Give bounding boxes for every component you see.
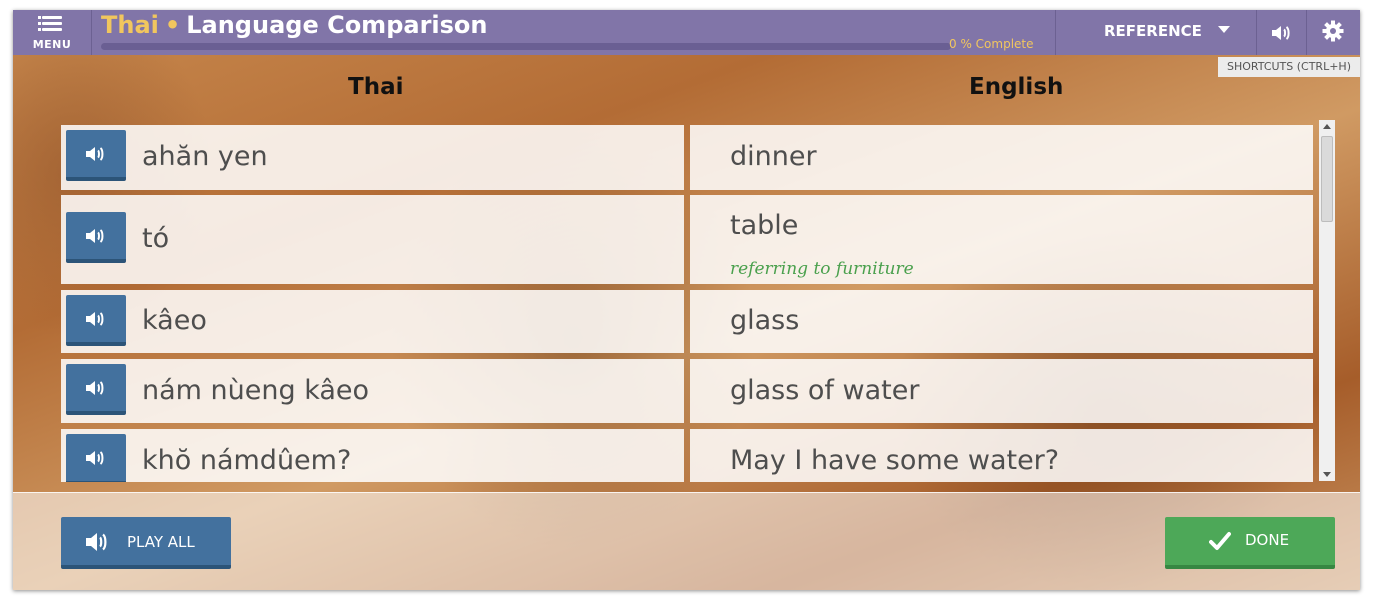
play-all-label: PLAY ALL xyxy=(127,533,195,551)
english-cell: table referring to furniture xyxy=(690,195,1313,284)
title-separator: • xyxy=(164,11,181,39)
scroll-up-arrow[interactable] xyxy=(1319,120,1335,134)
speaker-icon xyxy=(86,381,104,395)
thai-cell: kâeo xyxy=(61,290,684,353)
thai-cell: ahăn yen xyxy=(61,125,684,190)
sound-button[interactable] xyxy=(1256,10,1307,55)
caret-down-icon xyxy=(1218,26,1230,33)
list-item: khŏ námdûem? May I have some water? xyxy=(61,429,1313,482)
thai-phrase: tó xyxy=(142,223,170,254)
speaker-icon xyxy=(86,147,104,161)
thai-phrase: kâeo xyxy=(142,305,207,336)
settings-button[interactable] xyxy=(1307,10,1360,55)
reference-label: REFERENCE xyxy=(1104,22,1202,40)
english-cell: glass of water xyxy=(690,359,1313,423)
scroll-thumb[interactable] xyxy=(1321,136,1333,222)
gear-icon xyxy=(1322,20,1344,42)
progress-text: 0 % Complete xyxy=(949,37,1034,51)
usage-note: referring to furniture xyxy=(730,259,914,279)
language-name: Thai xyxy=(101,11,159,39)
activity-title: Language Comparison xyxy=(186,11,488,39)
english-cell: glass xyxy=(690,290,1313,353)
checkmark-icon xyxy=(1209,532,1231,550)
menu-button[interactable]: MENU xyxy=(13,10,92,55)
play-audio-button[interactable] xyxy=(66,212,126,263)
menu-icon xyxy=(42,16,62,32)
english-phrase: dinner xyxy=(730,141,817,172)
done-button[interactable]: DONE xyxy=(1165,517,1335,569)
column-header-thai: Thai xyxy=(348,74,404,100)
scroll-down-arrow[interactable] xyxy=(1319,467,1335,481)
english-cell: dinner xyxy=(690,125,1313,190)
thai-cell: khŏ námdûem? xyxy=(61,429,684,482)
comparison-list: ahăn yen dinner tó table referring to fu… xyxy=(61,125,1317,482)
speaker-icon xyxy=(86,533,107,551)
done-label: DONE xyxy=(1245,531,1290,549)
thai-phrase: khŏ námdûem? xyxy=(142,445,352,476)
reference-dropdown[interactable]: REFERENCE xyxy=(1055,10,1257,55)
english-phrase: May I have some water? xyxy=(730,445,1060,476)
thai-phrase: nám nùeng kâeo xyxy=(142,375,370,406)
list-scrollbar[interactable] xyxy=(1319,120,1335,481)
list-item: tó table referring to furniture xyxy=(61,195,1313,284)
thai-cell: nám nùeng kâeo xyxy=(61,359,684,423)
footer-bar: PLAY ALL DONE xyxy=(13,492,1360,590)
list-item: kâeo glass xyxy=(61,290,1313,353)
english-phrase: table xyxy=(730,210,799,241)
shortcuts-tooltip: SHORTCUTS (CTRL+H) xyxy=(1218,57,1360,77)
play-audio-button[interactable] xyxy=(66,295,126,346)
speaker-icon xyxy=(86,451,104,465)
english-cell: May I have some water? xyxy=(690,429,1313,482)
list-item: ahăn yen dinner xyxy=(61,125,1313,190)
play-all-button[interactable]: PLAY ALL xyxy=(61,517,231,569)
speaker-icon xyxy=(1272,26,1290,40)
play-audio-button[interactable] xyxy=(66,434,126,482)
app-window: MENU Thai • Language Comparison 0 % Comple… xyxy=(13,10,1360,590)
progress-bar xyxy=(101,43,951,50)
menu-label: MENU xyxy=(32,38,72,51)
speaker-icon xyxy=(86,312,104,326)
thai-phrase: ahăn yen xyxy=(142,141,268,172)
column-header-english: English xyxy=(969,74,1064,100)
english-phrase: glass of water xyxy=(730,375,920,406)
play-audio-button[interactable] xyxy=(66,130,126,181)
speaker-icon xyxy=(86,229,104,243)
english-phrase: glass xyxy=(730,305,800,336)
play-audio-button[interactable] xyxy=(66,364,126,415)
page-title: Thai • Language Comparison xyxy=(101,10,488,40)
top-bar: MENU Thai • Language Comparison 0 % Comple… xyxy=(13,10,1360,55)
list-item: nám nùeng kâeo glass of water xyxy=(61,359,1313,423)
thai-cell: tó xyxy=(61,195,684,284)
